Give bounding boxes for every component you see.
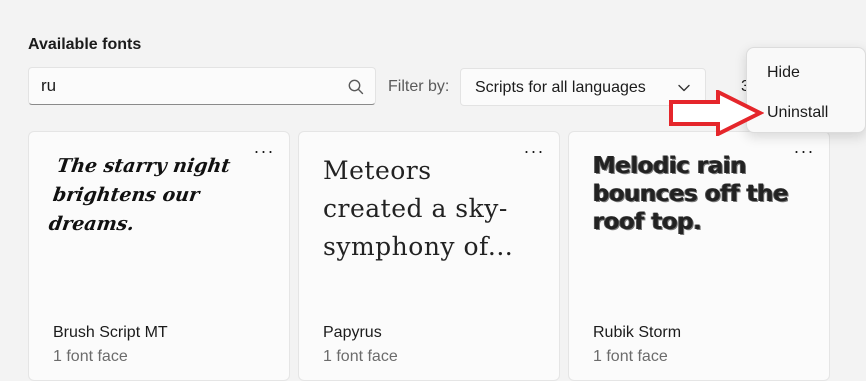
font-preview-text: Meteors created a sky-symphony of... (323, 156, 514, 261)
search-input[interactable] (41, 76, 331, 96)
font-name: Brush Script MT (53, 324, 168, 341)
font-face-count: 1 font face (323, 348, 398, 365)
search-box[interactable] (28, 67, 376, 105)
font-card-rubik-storm[interactable]: Melodic rain bounces off the roof top. ·… (568, 131, 830, 381)
section-title: Available fonts (28, 36, 142, 53)
font-preview-text: Melodic rain bounces off the roof top. (593, 153, 789, 235)
more-options-button[interactable]: ··· (253, 142, 275, 162)
annotation-arrow-icon (669, 90, 764, 136)
more-options-button[interactable]: ··· (523, 142, 545, 162)
menu-item-hide[interactable]: Hide (767, 64, 800, 82)
more-options-button[interactable]: ··· (793, 142, 815, 162)
search-icon[interactable] (347, 78, 365, 96)
font-name: Papyrus (323, 324, 382, 341)
font-preview-text: The starry night brightens our dreams. (47, 155, 232, 235)
filter-label: Filter by: (388, 78, 450, 95)
menu-item-uninstall[interactable]: Uninstall (767, 104, 828, 122)
font-face-count: 1 font face (593, 348, 668, 365)
context-menu: Hide Uninstall (746, 47, 866, 133)
font-name: Rubik Storm (593, 324, 682, 341)
font-card-papyrus[interactable]: Meteors created a sky-symphony of... ···… (298, 131, 560, 381)
font-card-brush-script[interactable]: The starry night brightens our dreams. ·… (28, 131, 290, 381)
font-face-count: 1 font face (53, 348, 128, 365)
filter-selected-value: Scripts for all languages (475, 79, 646, 96)
